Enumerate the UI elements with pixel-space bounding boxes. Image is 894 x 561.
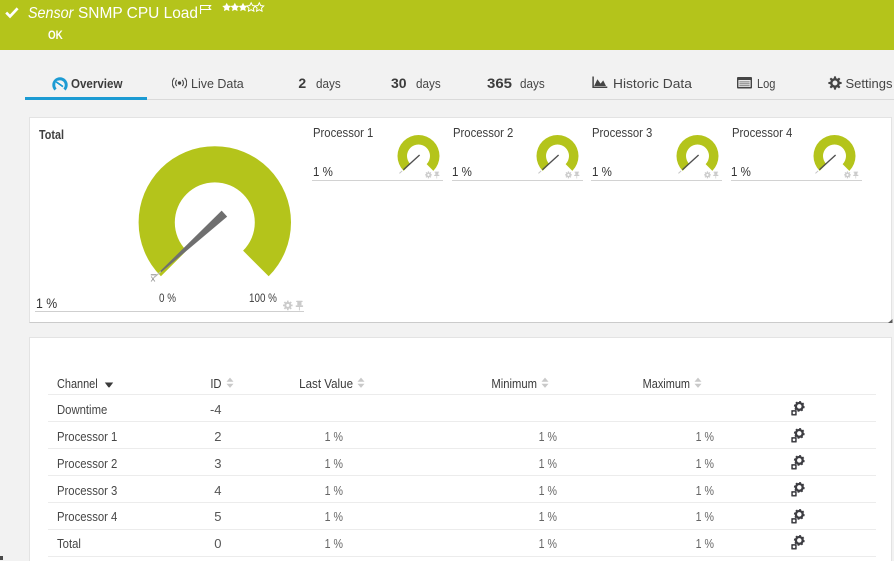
svg-text:x: x: [151, 274, 156, 285]
